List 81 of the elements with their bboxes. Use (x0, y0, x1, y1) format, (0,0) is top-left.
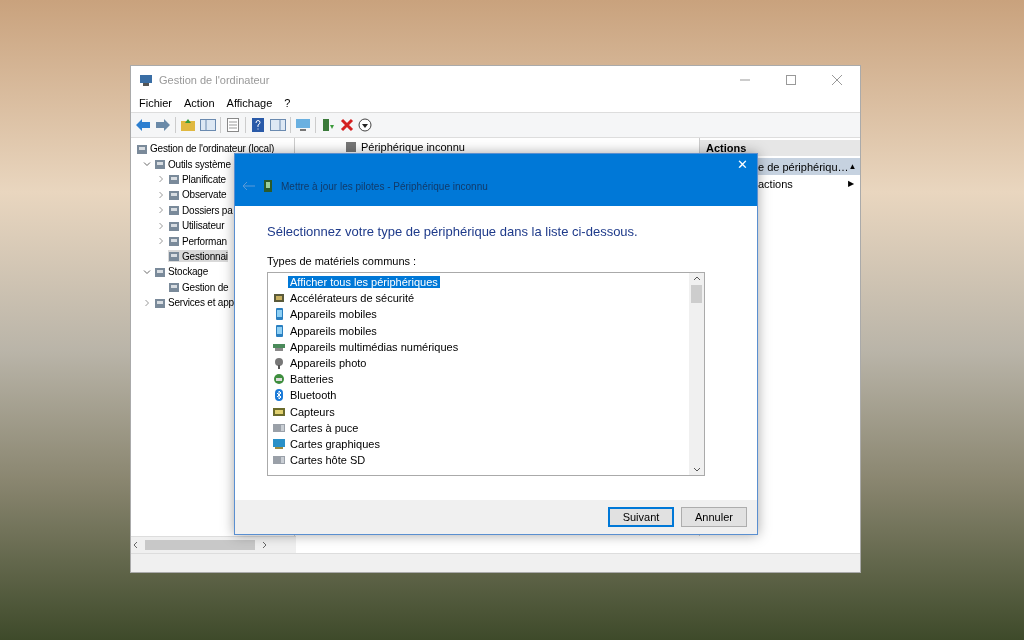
folder-up-icon[interactable] (180, 117, 196, 133)
device-icon (273, 454, 285, 467)
list-item[interactable]: Cartes hôte SD (288, 454, 368, 467)
actions-header: Actions (700, 140, 860, 156)
tree-item[interactable]: Performan (168, 235, 227, 248)
list-item[interactable]: Accélérateurs de sécurité (288, 292, 417, 305)
device-icon (273, 405, 285, 418)
folder-icon (168, 204, 180, 217)
dialog-button[interactable]: Suivant (608, 507, 674, 527)
arrow-icon: ▶ (848, 179, 854, 188)
tree-item[interactable]: Utilisateur (168, 219, 225, 232)
list-item[interactable]: Cartes à puce (288, 421, 361, 434)
dialog-heading: Sélectionnez votre type de périphérique dans la liste ci-dessous. (267, 224, 639, 239)
forward-arrow-icon[interactable] (155, 118, 171, 132)
delete-icon[interactable] (340, 118, 354, 132)
close-icon[interactable] (832, 75, 842, 85)
dialog-button[interactable]: Annuler (681, 507, 747, 527)
folder-icon (168, 219, 180, 232)
back-arrow-icon[interactable] (135, 118, 151, 132)
tree-item[interactable]: Services et app (154, 296, 234, 309)
monitor-icon[interactable] (295, 117, 311, 133)
list-item[interactable]: Appareils mobiles (288, 324, 379, 337)
list-icon[interactable] (225, 117, 241, 133)
list-item[interactable]: Appareils multimédias numériques (288, 340, 461, 353)
folder-icon (168, 250, 180, 263)
scroll-thumb[interactable] (691, 285, 702, 303)
tree-item[interactable]: Outils système (154, 158, 231, 171)
help-icon[interactable] (250, 117, 266, 133)
tree-item[interactable]: Dossiers pa (168, 204, 233, 217)
menu-item[interactable]: ? (280, 97, 295, 109)
device-icon (263, 180, 273, 192)
update-driver-icon[interactable] (320, 117, 336, 133)
list-item[interactable]: Batteries (288, 373, 336, 386)
download-icon[interactable] (358, 118, 372, 132)
device-icon (273, 324, 285, 337)
folder-icon (136, 142, 148, 155)
list-item[interactable]: Afficher tous les périphériques (288, 276, 440, 289)
device-icon (273, 292, 285, 305)
device-header: Périphérique inconnu (361, 141, 465, 153)
tree-item[interactable]: Gestionnai (168, 250, 228, 263)
device-icon (273, 373, 285, 386)
tree-item[interactable]: Gestion de l'ordinateur (local) (136, 142, 275, 155)
folder-icon (154, 158, 166, 171)
device-icon (273, 308, 285, 321)
panel-icon[interactable] (270, 117, 286, 133)
folder-icon (154, 296, 166, 309)
tree-item[interactable]: Gestion de (168, 281, 229, 294)
device-icon (273, 437, 285, 450)
tree-item[interactable]: Observate (168, 188, 227, 201)
device-icon (345, 141, 357, 153)
scroll-thumb[interactable] (145, 540, 255, 550)
device-icon (273, 357, 285, 370)
maximize-icon[interactable] (786, 75, 796, 85)
expanded-chevron-icon[interactable] (143, 160, 151, 169)
folder-icon (168, 188, 180, 201)
list-item[interactable]: Appareils photo (288, 357, 369, 370)
menu-item[interactable]: Fichier (135, 97, 176, 109)
list-item[interactable]: Bluetooth (288, 389, 339, 402)
list-item[interactable]: Capteurs (288, 405, 337, 418)
list-label: Types de matériels communs : (267, 255, 418, 267)
menu-item[interactable]: Action (180, 97, 219, 109)
folder-icon (168, 173, 180, 186)
computer-icon (139, 73, 153, 87)
device-icon (273, 389, 285, 402)
device-icon (273, 421, 285, 434)
panel-icon[interactable] (200, 117, 216, 133)
dialog-title: Mettre à jour les pilotes - Périphérique inconnu (281, 180, 488, 192)
menu-item[interactable]: Affichage (222, 97, 277, 109)
folder-icon (168, 281, 180, 294)
tree-item[interactable]: Planificate (168, 173, 226, 186)
list-item[interactable]: Appareils mobiles (288, 308, 379, 321)
tree-item[interactable]: Stockage (154, 265, 209, 278)
folder-icon (168, 235, 180, 248)
arrow-icon: ▲ (848, 162, 857, 171)
device-type-list[interactable] (267, 272, 705, 476)
vertical-scrollbar[interactable] (689, 273, 704, 475)
folder-icon (154, 265, 166, 278)
list-item[interactable]: Cartes graphiques (288, 437, 382, 450)
horizontal-scrollbar[interactable] (131, 536, 296, 553)
expanded-chevron-icon[interactable] (143, 267, 151, 276)
window-title: Gestion de l'ordinateur (159, 74, 270, 86)
